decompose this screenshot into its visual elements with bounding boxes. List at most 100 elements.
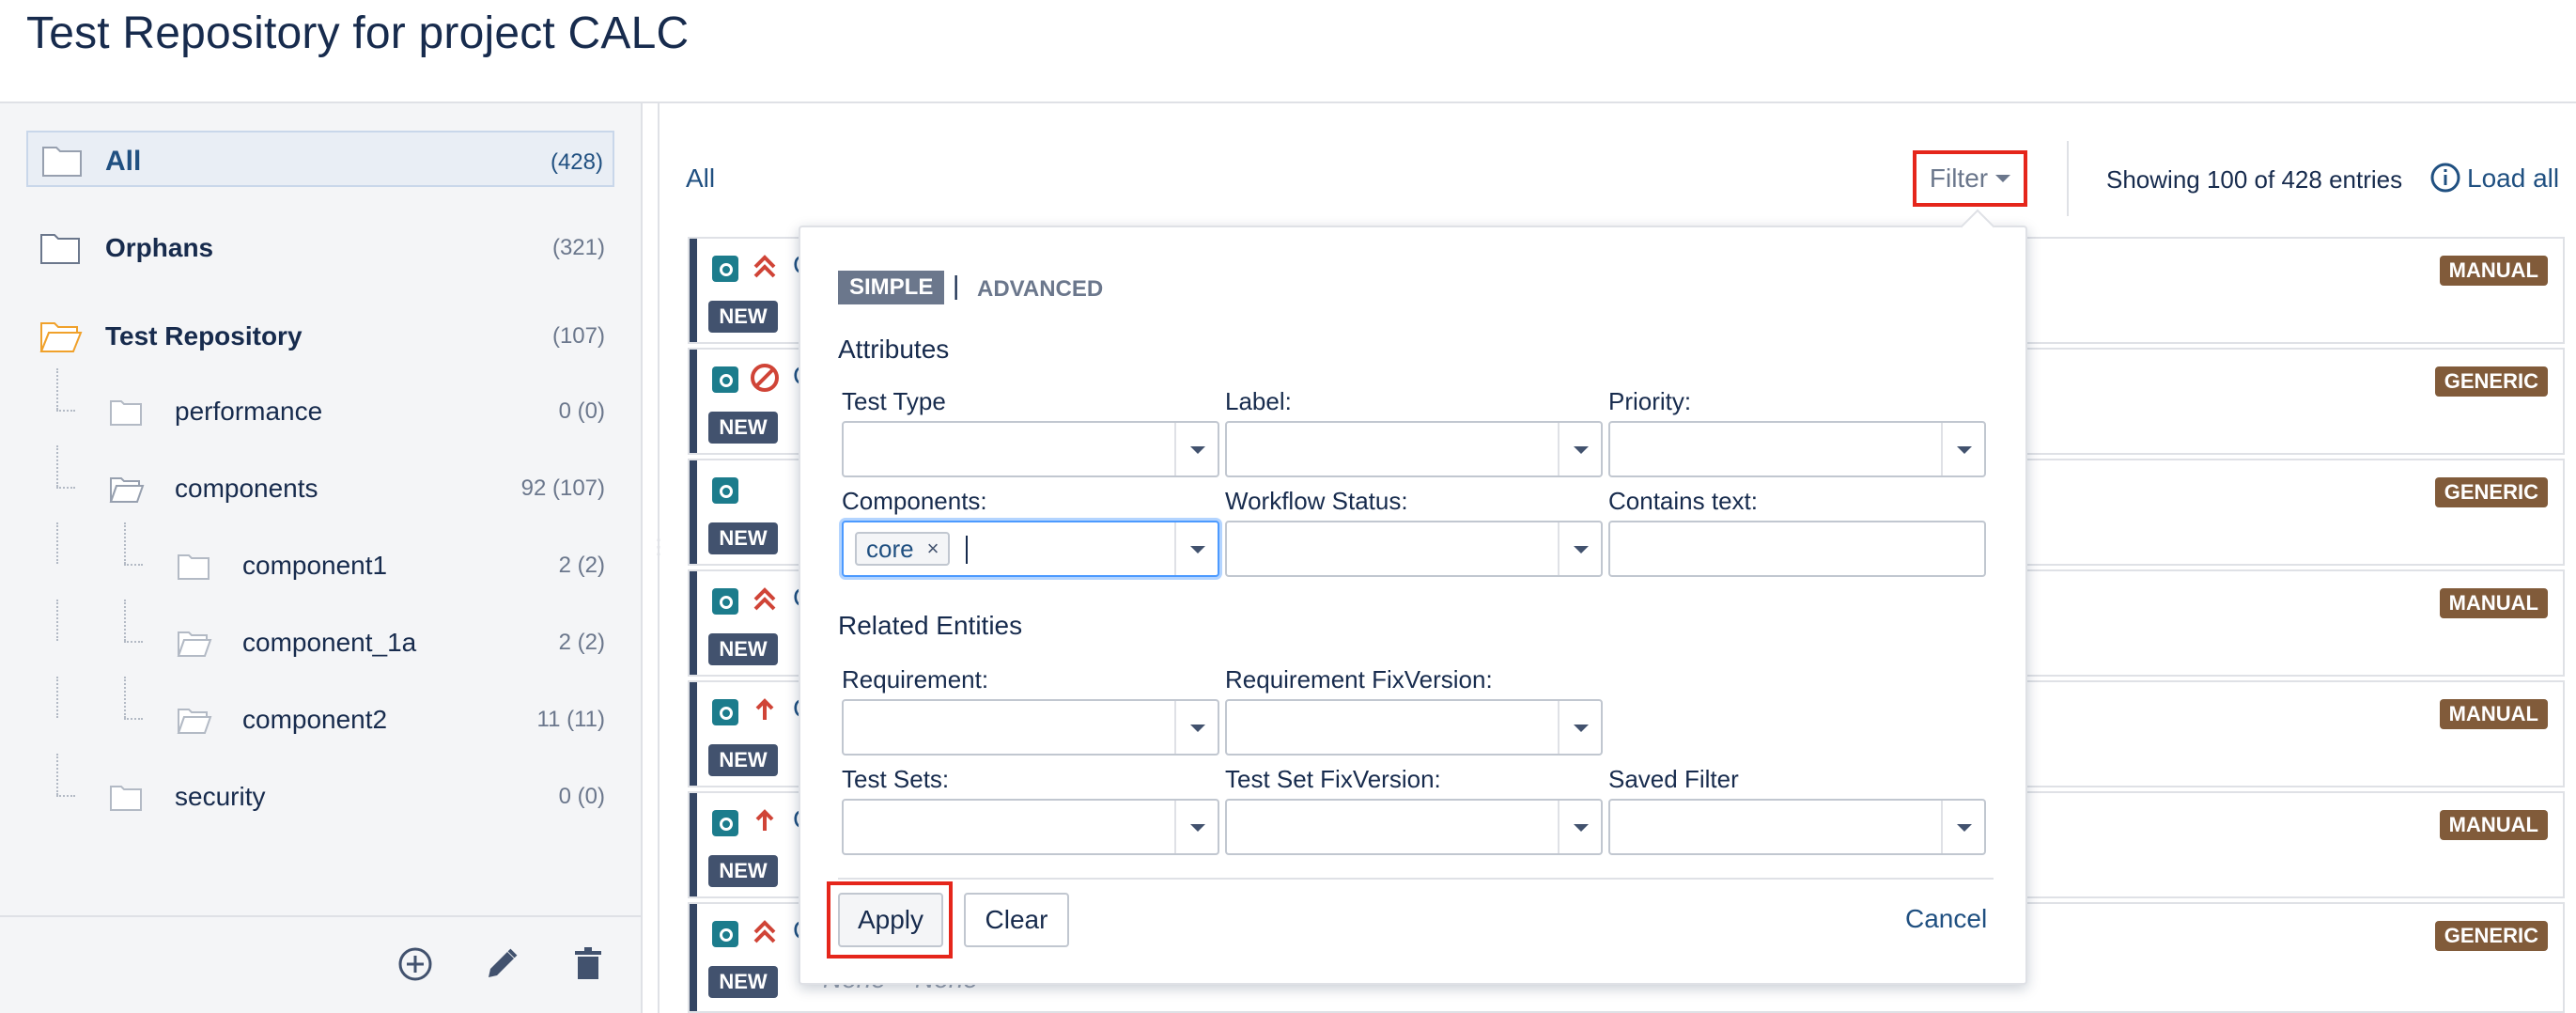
tree-connector [124,677,126,718]
tree-item-test-repository[interactable]: Test Repository (107) [39,308,605,365]
requirement-label: Requirement: [842,665,989,694]
tree-connector [124,718,143,720]
requirement-select[interactable] [842,699,1219,756]
folder-open-icon [109,477,145,503]
tree-item-label: Orphans [105,233,214,262]
folder-icon [110,400,142,426]
row-accent [690,793,697,896]
priority-high-icon [755,698,774,720]
apply-button[interactable]: Apply [838,893,943,947]
tree-item-component1[interactable]: component1 2 (2) [177,538,605,594]
chevron-down-icon [1558,423,1601,475]
tree-item-label: component_1a [242,628,417,657]
tree-connector [124,522,126,564]
tree-item-label: Test Repository [105,321,303,351]
folder-icon [110,786,142,811]
tree-item-security[interactable]: security 0 (0) [109,769,605,825]
chevron-down-icon [1941,801,1984,853]
priority-label: Priority: [1608,387,1692,415]
saved-filter-label: Saved Filter [1608,765,1739,793]
row-accent [690,682,697,786]
add-folder-button[interactable] [395,943,436,985]
chevron-down-icon [1174,801,1218,853]
page-title: Test Repository for project CALC [26,8,690,58]
tree-item-count: 0 (0) [558,398,605,424]
row-accent [690,460,697,564]
test-set-fixversion-select[interactable] [1225,799,1603,855]
tree-item-all[interactable]: All (428) [26,131,614,187]
row-accent [690,350,697,453]
clear-button[interactable]: Clear [964,893,1069,947]
tree-item-count: (428) [550,149,603,175]
test-sets-select[interactable] [842,799,1219,855]
chevron-down-icon [1174,423,1218,475]
priority-highest-icon [753,255,776,278]
row-accent [690,571,697,675]
row-accent [690,239,697,342]
status-badge: NEW [708,412,778,444]
requirement-fixversion-label: Requirement FixVersion: [1225,665,1493,694]
chevron-down-icon [1558,801,1601,853]
text-cursor [966,536,968,564]
info-icon[interactable] [2429,162,2461,194]
folder-open-icon [177,709,212,734]
test-type-badge: MANUAL [2439,588,2548,618]
entries-count: Showing 100 of 428 entries [2106,165,2403,194]
contains-text-input[interactable] [1608,521,1986,577]
tree-item-label: All [105,146,142,177]
edit-icon [489,948,518,977]
chevron-down-icon [1941,423,1984,475]
test-type-label: Test Type [842,387,946,415]
blocker-icon [751,364,779,392]
close-icon[interactable]: × [927,533,939,565]
sidebar-divider [641,103,643,1013]
tree-connector [56,795,75,797]
delete-folder-button[interactable] [567,943,609,985]
toolbar-separator [2067,141,2069,216]
mode-advanced-tab[interactable]: ADVANCED [977,276,1103,303]
workflow-status-label: Workflow Status: [1225,487,1408,515]
status-badge: NEW [708,744,778,776]
tree-connector [56,410,75,412]
delete-icon [575,947,601,979]
tree-connector [124,600,126,641]
saved-filter-select[interactable] [1608,799,1986,855]
tree-connector [56,522,58,564]
mode-simple-tab[interactable]: SIMPLE [838,271,945,304]
filter-label: Filter [1929,164,1989,193]
test-type-badge: GENERIC [2434,477,2548,507]
mode-separator: | [953,271,960,300]
test-type-icon [712,810,738,836]
test-type-select[interactable] [842,421,1219,477]
components-select[interactable]: core × [842,521,1219,577]
tree-item-count: 92 (107) [520,475,605,501]
priority-select[interactable] [1608,421,1986,477]
filter-button[interactable]: Filter [1913,150,2027,207]
tree-connector [56,368,58,410]
workflow-status-select[interactable] [1225,521,1603,577]
status-badge: NEW [708,966,778,998]
label-select[interactable] [1225,421,1603,477]
test-set-fixversion-label: Test Set FixVersion: [1225,765,1441,793]
load-all-link[interactable]: Load all [2467,164,2559,194]
cancel-link[interactable]: Cancel [1905,904,1987,934]
tree-item-components[interactable]: components 92 (107) [109,460,605,517]
component-chip: core × [855,532,951,566]
attributes-heading: Attributes [838,335,950,364]
test-type-badge: GENERIC [2434,366,2548,397]
row-accent [690,904,697,1011]
status-badge: NEW [708,522,778,554]
test-sets-label: Test Sets: [842,765,950,793]
requirement-fixversion-select[interactable] [1225,699,1603,756]
tree-item-component2[interactable]: component2 11 (11) [177,692,605,748]
resize-handle[interactable]: ⋮ [648,537,669,568]
tree-item-component-1a[interactable]: component_1a 2 (2) [177,615,605,671]
tree-item-count: 2 (2) [558,553,605,578]
edit-folder-button[interactable] [481,943,522,985]
tree-item-orphans[interactable]: Orphans (321) [39,220,605,276]
tree-item-count: 0 (0) [558,784,605,809]
breadcrumb-all[interactable]: All [686,164,715,194]
tree-connector [124,641,143,643]
tree-item-performance[interactable]: performance 0 (0) [109,383,605,440]
panel-divider [838,878,1994,880]
